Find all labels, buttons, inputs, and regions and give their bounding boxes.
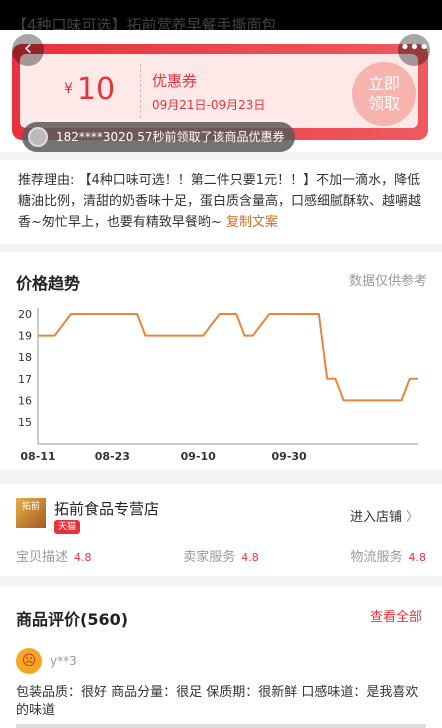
- y-tick-label: 18: [18, 351, 32, 364]
- coupon-section: ¥10 优惠券 09月21日-09月23日 立即 领取 182****3020 …: [0, 30, 442, 152]
- enter-store-label: 进入店铺: [350, 510, 403, 525]
- price-trend-note: 数据仅供参考: [349, 274, 428, 289]
- x-tick-label: 08-23: [95, 450, 130, 463]
- price-trend-chart: 20 19 18 17 16 15 08-11 08-23 09-10 09-30: [18, 308, 418, 463]
- score-value: 4.8: [241, 551, 259, 564]
- reviews-title: 商品评价(560): [16, 610, 129, 629]
- y-tick-label: 19: [18, 330, 32, 343]
- claim-coupon-button[interactable]: 立即 领取: [352, 62, 416, 126]
- product-page: 【4种口味可选】拓前营养早餐手撕面包 ‹ ••• ¥10 优惠券 09月21日-…: [0, 0, 442, 728]
- notice-avatar: [28, 127, 48, 147]
- enter-store-button[interactable]: 进入店铺〉: [350, 506, 419, 525]
- y-tick-label: 15: [18, 416, 32, 429]
- reviews-section: 商品评价(560) 查看全部 ☹ y**3 包装品质：很好 商品分量：很足 保质…: [0, 586, 442, 728]
- more-icon: •••: [399, 37, 430, 58]
- store-logo[interactable]: 拓前: [16, 498, 46, 528]
- back-button[interactable]: ‹: [12, 34, 44, 66]
- coupon-value: 10: [76, 72, 116, 107]
- copy-text-link[interactable]: 复制文案: [226, 215, 278, 230]
- recommendation-label: 推荐理由:: [18, 173, 75, 188]
- coupon-title: 优惠券: [152, 72, 198, 90]
- store-section: 拓前 拓前食品专营店 天猫 进入店铺〉 宝贝描述 4.8 卖家服务 4.8 物流服务…: [0, 484, 442, 576]
- review-text: 包装品质：很好 商品分量：很足 保质期：很新鲜 口感味道：是我喜欢的味道: [16, 685, 419, 718]
- claim-notice: 182****3020 57秒前领取了该商品优惠券: [22, 122, 295, 152]
- review-image-strip: [16, 724, 426, 728]
- claim-notice-text: 182****3020 57秒前领取了该商品优惠券: [56, 130, 285, 144]
- chevron-right-icon: 〉: [406, 510, 420, 525]
- status-bar: 【4种口味可选】拓前营养早餐手撕面包: [0, 0, 442, 34]
- price-line: [38, 313, 418, 402]
- tmall-badge: 天猫: [54, 520, 81, 534]
- y-tick-label: 20: [18, 308, 32, 321]
- view-all-reviews-link[interactable]: 查看全部: [370, 606, 422, 625]
- coupon-inner: ¥10 优惠券 09月21日-09月23日 立即 领取: [20, 54, 418, 128]
- x-tick-label: 09-30: [272, 450, 308, 463]
- score-description: 宝贝描述 4.8: [16, 546, 92, 565]
- more-button[interactable]: •••: [398, 34, 430, 66]
- currency-symbol: ¥: [64, 81, 73, 97]
- back-icon: ‹: [23, 36, 33, 61]
- price-trend-title: 价格趋势: [16, 274, 81, 293]
- score-label: 宝贝描述: [16, 550, 69, 565]
- score-value: 4.8: [74, 551, 92, 564]
- reviewer-avatar: ☹: [16, 648, 42, 674]
- recommendation-text: 【4种口味可选！！第二件只要1元！！】不加一滴水，降低糖油比例，清甜的奶香味十足…: [18, 173, 422, 230]
- claim-label-line-2: 领取: [367, 94, 400, 113]
- coupon-amount: ¥10: [64, 72, 115, 107]
- x-tick-label: 09-10: [181, 450, 217, 463]
- score-logistics: 物流服务 4.8: [350, 546, 426, 565]
- recommendation-section: 推荐理由: 【4种口味可选！！第二件只要1元！！】不加一滴水，降低糖油比例，清甜…: [0, 160, 442, 244]
- score-label: 物流服务: [350, 550, 403, 565]
- score-label: 卖家服务: [183, 550, 236, 565]
- store-scores: 宝贝描述 4.8 卖家服务 4.8 物流服务 4.8: [16, 546, 426, 565]
- x-tick-label: 08-11: [20, 450, 55, 463]
- store-logo-text: 拓前: [21, 502, 40, 512]
- reviewer-name: y**3: [50, 654, 77, 668]
- coupon-date-range: 09月21日-09月23日: [152, 98, 266, 112]
- score-service: 卖家服务 4.8: [183, 546, 259, 565]
- claim-label-line-1: 立即: [367, 74, 400, 93]
- store-name[interactable]: 拓前食品专营店: [54, 498, 159, 519]
- score-value: 4.8: [408, 551, 426, 564]
- y-tick-label: 17: [18, 373, 32, 386]
- y-tick-label: 16: [18, 394, 32, 407]
- price-trend-section: 价格趋势 数据仅供参考 20 19 18 17 16 15 08-11 08-23 09-10 0…: [0, 252, 442, 470]
- coupon-divider: [140, 64, 141, 118]
